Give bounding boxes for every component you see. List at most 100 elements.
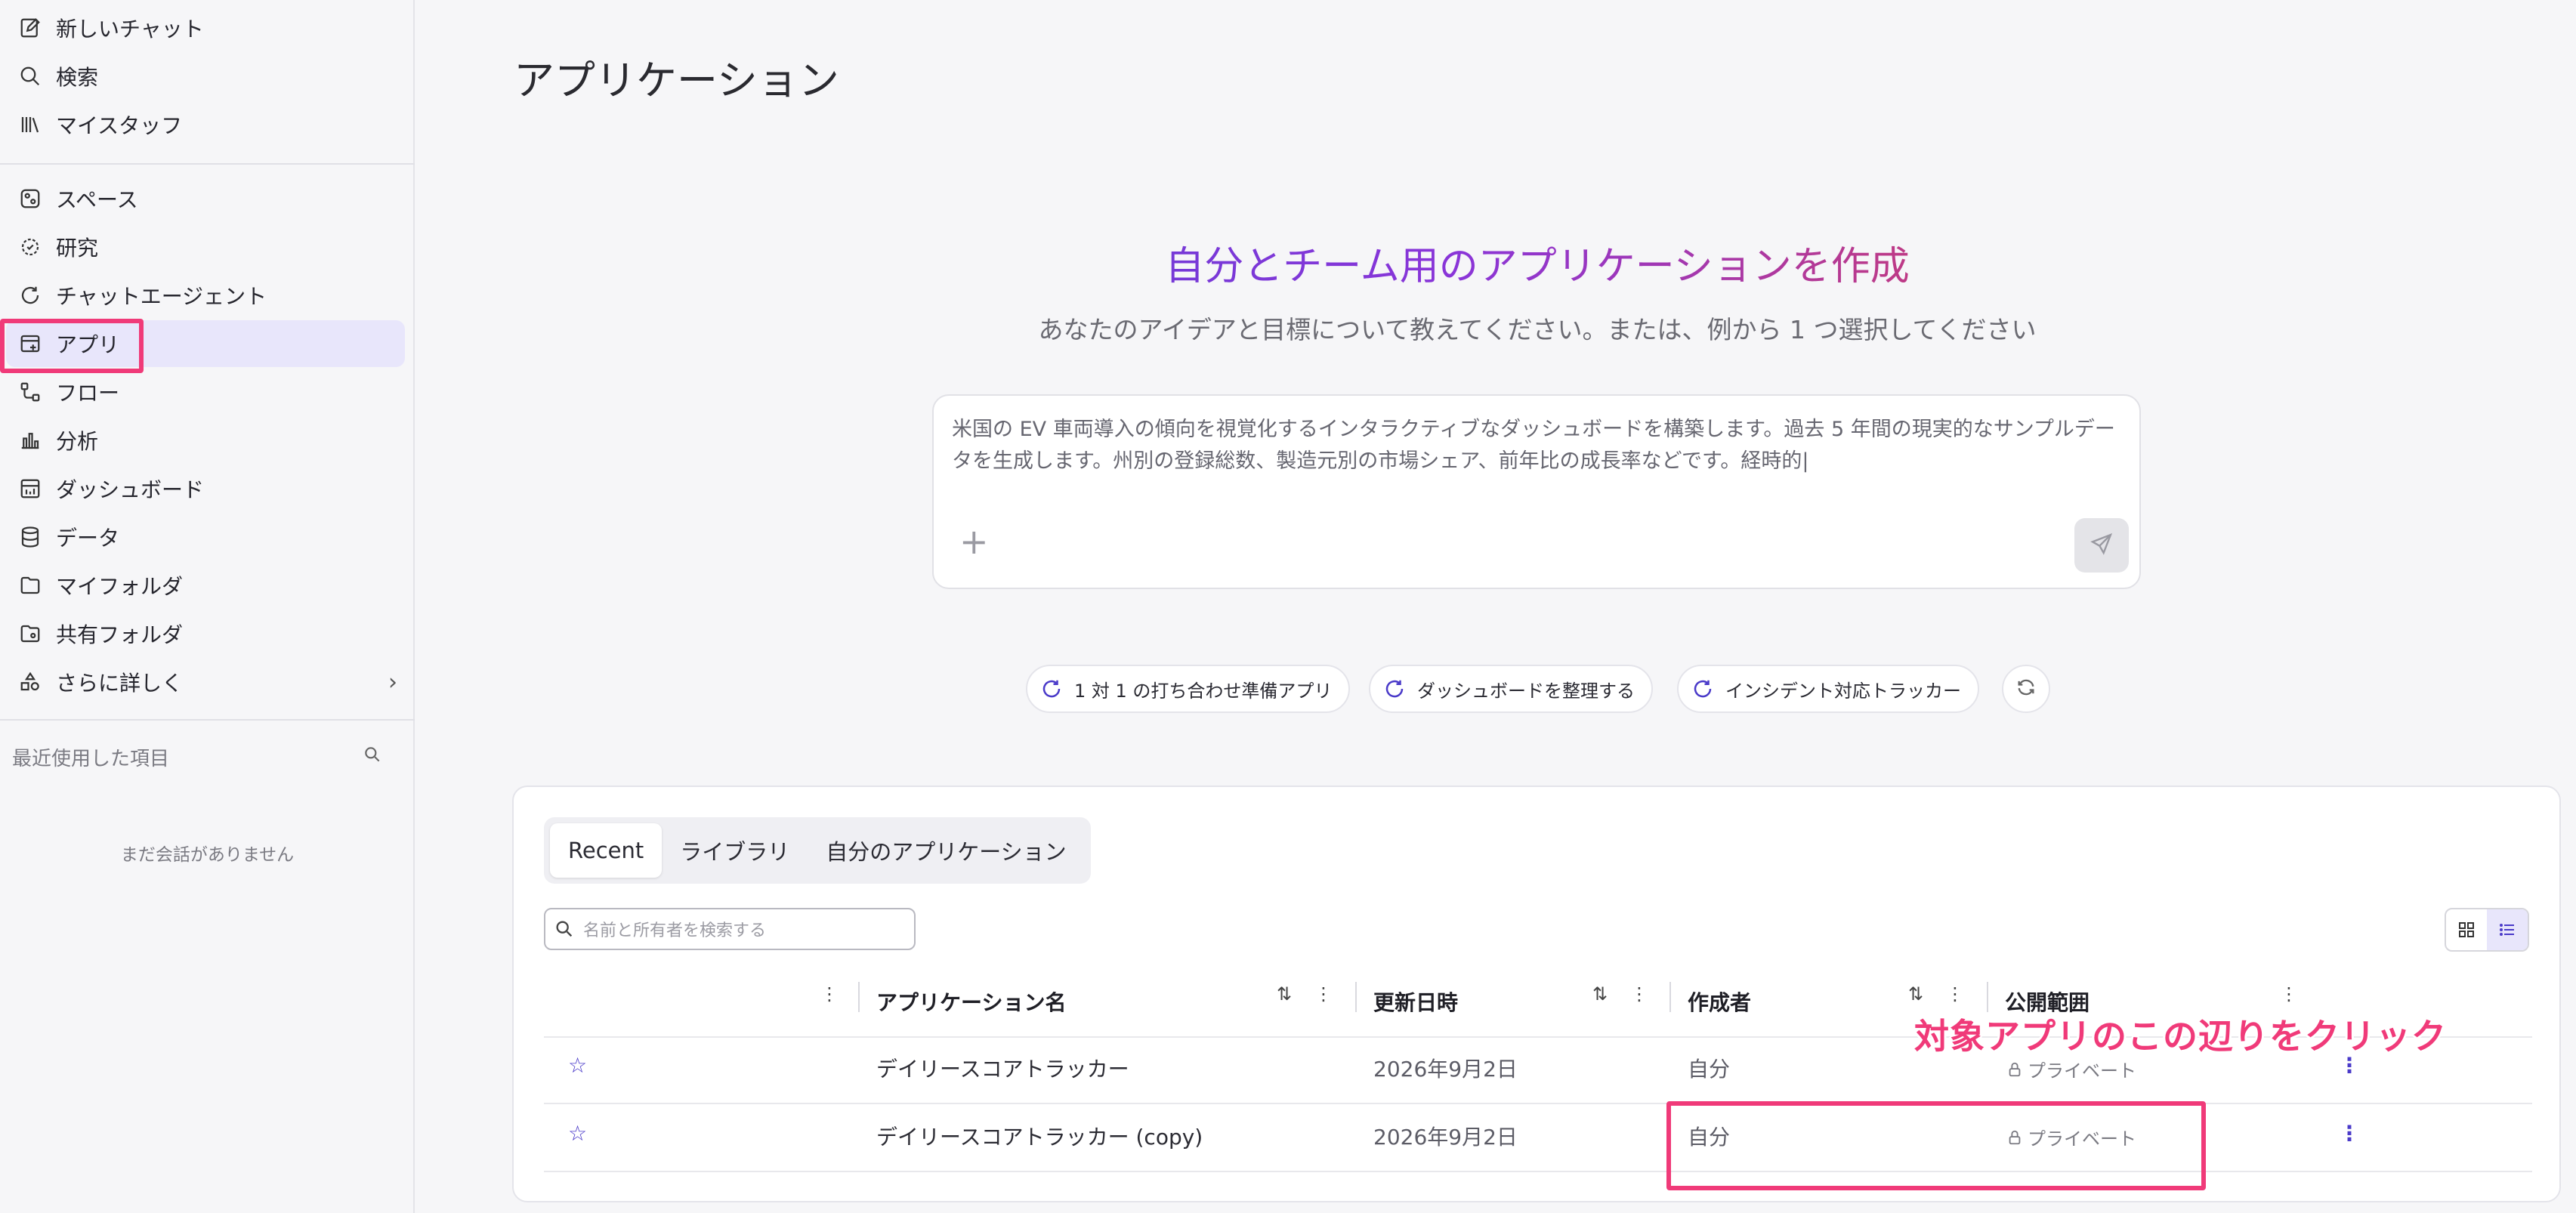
annotation-highlight-row <box>1666 1101 2206 1190</box>
sidebar-item-label: 検索 <box>56 65 99 90</box>
tab-my-applications[interactable]: 自分のアプリケーション <box>808 823 1084 878</box>
refresh-icon <box>2015 677 2037 701</box>
chat-agent-icon <box>15 280 45 310</box>
database-icon <box>15 522 45 552</box>
chat-agent-icon <box>1038 675 1065 702</box>
sort-icon[interactable]: ⇅ <box>1908 983 1923 1005</box>
send-button[interactable] <box>2074 518 2129 573</box>
sidebar-item-label: ダッシュボード <box>56 477 205 502</box>
tab-recent[interactable]: Recent <box>550 823 663 878</box>
column-menu-icon[interactable]: ⋮ <box>1946 983 1964 1005</box>
column-separator <box>1669 982 1671 1012</box>
column-menu-icon[interactable]: ⋮ <box>820 983 839 1005</box>
column-header-creator[interactable]: 作成者 <box>1688 986 1751 1017</box>
suggestion-chip[interactable]: インシデント対応トラッカー <box>1677 665 1979 713</box>
research-icon <box>15 232 45 262</box>
sidebar-item-label: 研究 <box>56 236 99 261</box>
folder-icon <box>15 570 45 600</box>
sidebar-item-label: マイフォルダ <box>56 574 184 599</box>
sidebar-item-research[interactable]: 研究 <box>6 224 405 270</box>
favorite-star-icon[interactable]: ☆ <box>568 1121 587 1146</box>
list-view-icon[interactable] <box>2487 909 2528 950</box>
search-icon <box>545 918 583 940</box>
suggestion-chip[interactable]: 1 対 1 の打ち合わせ準備アプリ <box>1026 665 1351 713</box>
search-icon <box>15 61 45 91</box>
sidebar-item-shared-folder[interactable]: 共有フォルダ <box>6 610 405 657</box>
sidebar-item-label: フロー <box>56 381 120 406</box>
column-menu-icon[interactable]: ⋮ <box>1630 983 1648 1005</box>
column-separator <box>1987 982 1988 1012</box>
add-attachment-button[interactable]: + <box>959 524 989 559</box>
sidebar-item-label: 共有フォルダ <box>56 622 184 647</box>
grid-view-icon[interactable] <box>2446 909 2487 950</box>
sidebar-item-label: さらに詳しく <box>56 671 184 696</box>
sidebar-item-chat-agent[interactable]: チャットエージェント <box>6 272 405 319</box>
sort-icon[interactable]: ⇅ <box>1592 983 1608 1005</box>
suggestion-label: ダッシュボードを整理する <box>1417 680 1635 702</box>
annotation-text: 対象アプリのこの辺りをクリック <box>1914 1016 2447 1057</box>
apps-card: Recent ライブラリ 自分のアプリケーション 名前と所有者を検索する ⋮ ア… <box>512 786 2561 1202</box>
refresh-suggestions-button[interactable] <box>2002 665 2050 713</box>
visibility-label: プライベート <box>2028 1060 2136 1082</box>
spaces-icon <box>15 184 45 214</box>
column-header-name[interactable]: アプリケーション名 <box>876 986 1066 1017</box>
sidebar-item-analysis[interactable]: 分析 <box>6 417 405 464</box>
edit-icon <box>15 13 45 43</box>
column-menu-icon[interactable]: ⋮ <box>2280 983 2298 1005</box>
chat-agent-icon <box>1381 675 1408 702</box>
shapes-icon <box>15 667 45 697</box>
sidebar-item-label: データ <box>56 526 120 551</box>
divider <box>0 163 415 165</box>
sidebar-item-my-folder[interactable]: マイフォルダ <box>6 562 405 609</box>
empty-state-text: まだ会話がありません <box>120 845 295 865</box>
sidebar-item-data[interactable]: データ <box>6 514 405 560</box>
chart-icon <box>15 425 45 455</box>
search-placeholder: 名前と所有者を検索する <box>583 921 767 940</box>
suggestion-label: インシデント対応トラッカー <box>1725 680 1961 702</box>
prompt-text[interactable]: 米国の EV 車両導入の傾向を視覚化するインタラクティブなダッシュボードを構築し… <box>952 414 2123 477</box>
column-separator <box>1355 982 1357 1012</box>
tab-library[interactable]: ライブラリ <box>662 823 808 878</box>
search-input[interactable]: 名前と所有者を検索する <box>544 908 916 950</box>
prompt-input[interactable]: 米国の EV 車両導入の傾向を視覚化するインタラクティブなダッシュボードを構築し… <box>932 394 2141 589</box>
sidebar-item-label: 分析 <box>56 429 99 454</box>
lock-icon <box>2009 1062 2021 1076</box>
app-name[interactable]: デイリースコアトラッカー <box>876 1053 1129 1083</box>
column-menu-icon[interactable]: ⋮ <box>1314 983 1333 1005</box>
annotation-highlight-apps <box>0 319 144 373</box>
recent-search-icon[interactable] <box>363 745 382 767</box>
row-divider <box>544 1171 2532 1172</box>
shared-folder-icon <box>15 619 45 649</box>
app-name[interactable]: デイリースコアトラッカー (copy) <box>876 1121 1203 1151</box>
send-icon <box>2090 532 2114 559</box>
column-header-updated[interactable]: 更新日時 <box>1373 986 1458 1017</box>
updated-date: 2026年9月2日 <box>1373 1057 1518 1082</box>
sidebar-item-label: 新しいチャット <box>56 17 204 42</box>
suggestion-chip[interactable]: ダッシュボードを整理する <box>1369 665 1653 713</box>
page-title: アプリケーション <box>514 57 839 104</box>
hero-subtitle: あなたのアイデアと目標について教えてください。または、例から 1 つ選択してくだ… <box>1038 315 2037 344</box>
suggestion-label: 1 対 1 の打ち合わせ準備アプリ <box>1074 680 1333 702</box>
favorite-star-icon[interactable]: ☆ <box>568 1053 587 1078</box>
sidebar-item-spaces[interactable]: スペース <box>6 175 405 222</box>
view-toggle[interactable] <box>2445 908 2529 952</box>
sidebar-item-dashboard[interactable]: ダッシュボード <box>6 465 405 512</box>
creator: 自分 <box>1688 1057 1731 1082</box>
sort-icon[interactable]: ⇅ <box>1277 983 1292 1005</box>
library-icon <box>15 110 45 140</box>
chevron-right-icon: › <box>388 668 397 696</box>
chat-agent-icon <box>1689 675 1716 702</box>
row-menu-icon[interactable]: ⋮ <box>2339 1121 2360 1146</box>
recent-label: 最近使用した項目 <box>12 748 170 770</box>
visibility-badge: プライベート <box>2006 1056 2136 1082</box>
sidebar-item-new-chat[interactable]: 新しいチャット <box>6 5 405 51</box>
sidebar-item-label: マイスタッフ <box>56 113 183 138</box>
sidebar-item-more[interactable]: さらに詳しく › <box>6 659 405 705</box>
sidebar-item-flow[interactable]: フロー <box>6 369 405 415</box>
sidebar-item-label: チャットエージェント <box>56 284 267 309</box>
row-divider <box>544 1103 2532 1104</box>
sidebar-item-search[interactable]: 検索 <box>6 53 405 100</box>
column-separator <box>858 982 860 1012</box>
updated-date: 2026年9月2日 <box>1373 1125 1518 1150</box>
sidebar-item-my-stuff[interactable]: マイスタッフ <box>6 101 405 148</box>
